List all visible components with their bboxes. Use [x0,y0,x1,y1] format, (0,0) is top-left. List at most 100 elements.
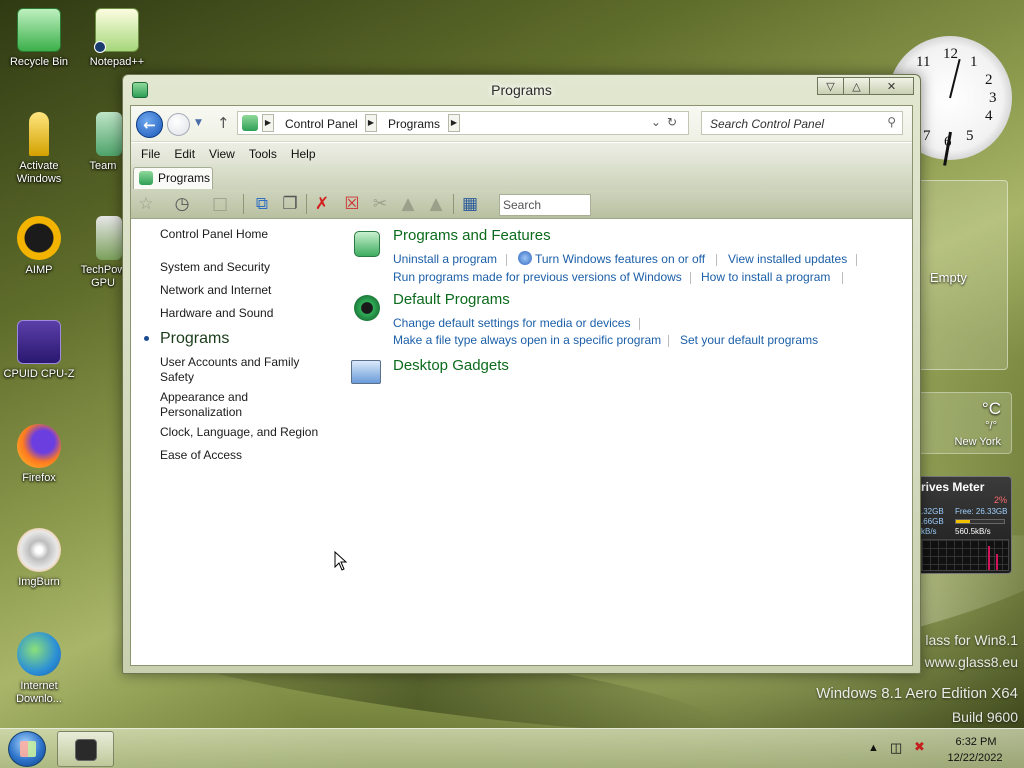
control-panel-window[interactable]: Programs ▽ △ ✕ ← ▼ ↑ ▶ Control Panel ▶ P… [122,74,921,674]
section-title-desktop-gadgets[interactable]: Desktop Gadgets [393,357,509,374]
desktop-icon-label: Internet Downlo... [16,680,62,705]
desktop-icon-team[interactable]: Team [78,112,128,173]
desktop-icon-idm[interactable]: Internet Downlo... [0,632,78,706]
recent-pages-button[interactable]: ▼ [195,118,202,128]
toolbar-search-input[interactable]: Search [499,194,591,216]
link-how-to-install[interactable]: How to install a program [701,270,830,284]
taskbar-app-control-panel[interactable] [57,731,114,767]
link-turn-windows-features[interactable]: Turn Windows features on or off [535,252,705,266]
link-separator [856,254,857,266]
drives-percent: 2% [993,495,1007,505]
tab-bar: Programs [131,165,912,189]
drives-graph [921,539,1009,571]
nav-network-and-internet[interactable]: Network and Internet [160,283,330,298]
window-title: Programs [491,82,552,98]
link-run-older-programs[interactable]: Run programs made for previous versions … [393,270,682,284]
menu-view[interactable]: View [202,147,242,161]
link-change-default-settings[interactable]: Change default settings for media or dev… [393,316,630,330]
cut-icon[interactable]: ✂ [369,194,391,214]
link-set-default-programs[interactable]: Set your default programs [680,333,818,347]
search-box[interactable]: Search Control Panel ⚲ [701,111,903,135]
close-button[interactable]: ✕ [869,77,914,95]
up-button[interactable]: ↑ [217,114,230,132]
control-panel-icon [242,115,258,131]
drives-graph-spike [996,554,998,570]
tray-date[interactable]: 12/22/2022 [944,752,1006,764]
tray-time[interactable]: 6:32 PM [948,736,1004,748]
tray-expand-icon[interactable]: ▲ [868,742,879,754]
minimize-button[interactable]: ▽ [817,77,844,95]
nav-ease-of-access[interactable]: Ease of Access [160,448,330,463]
desktop-icon-label: Firefox [22,472,56,484]
network-icon[interactable]: ◫ [890,740,902,756]
clock-number: 3 [989,90,997,106]
desktop-icon-recycle-bin[interactable]: Recycle Bin [0,8,78,69]
window-body: ← ▼ ↑ ▶ Control Panel ▶ Programs ▶ ⌄↻ Se… [130,105,913,666]
favorites-star-icon[interactable]: ☆ [135,194,157,214]
view-options-icon[interactable]: ▦ [459,194,481,214]
delete-icon[interactable]: ✗ [311,194,333,214]
address-dropdown-refresh[interactable]: ⌄↻ [651,115,683,129]
breadcrumb-programs[interactable]: Programs [388,117,440,131]
volume-muted-icon[interactable]: ✖ [914,739,925,755]
undo-icon[interactable]: ▲ [397,194,419,214]
address-bar[interactable]: ▶ Control Panel ▶ Programs ▶ ⌄↻ [237,111,689,135]
desktop-icon-notepadpp[interactable]: Notepad++ [78,8,156,69]
desktop-icon-activate-windows[interactable]: Activate Windows [0,112,78,186]
drives-meter-gadget[interactable]: rives Meter 2% .32GB Free: 26.33GB .66GB… [918,476,1012,574]
nav-user-accounts[interactable]: User Accounts and Family Safety [160,355,330,385]
weather-gadget[interactable]: °C °/° New York [918,392,1012,454]
desktop-icon-firefox[interactable]: Firefox [0,424,78,485]
desktop-icon-techpowerup[interactable]: TechPow GPU [78,216,128,290]
maximize-button[interactable]: △ [843,77,870,95]
forward-button[interactable] [167,113,190,136]
folder-icon[interactable]: □ [209,194,231,214]
drives-used-2: .66GB [921,517,944,526]
clock-number: 2 [985,72,993,88]
back-button[interactable]: ← [136,111,163,138]
drives-bar-fill [956,520,971,523]
toolbar: ☆ ◷ □ ⧉ ❐ ✗ ☒ ✂ ▲ ▲ ▦ Search [131,189,912,219]
menu-file[interactable]: File [134,147,167,161]
nav-control-panel-home[interactable]: Control Panel Home [160,227,330,242]
start-button[interactable] [8,731,46,767]
breadcrumb-chevron[interactable]: ▶ [262,114,274,132]
nav-appearance[interactable]: Appearance and Personalization [160,390,270,420]
nav-hardware-and-sound[interactable]: Hardware and Sound [160,306,330,321]
desktop-icon-cpuz[interactable]: CPUID CPU-Z [0,320,78,381]
menu-edit[interactable]: Edit [167,147,202,161]
weather-city: New York [954,436,1001,448]
mouse-cursor-icon [334,551,348,571]
title-bar[interactable]: Programs ▽ △ ✕ [123,75,920,105]
section-title-default-programs[interactable]: Default Programs [393,291,510,308]
link-uninstall-program[interactable]: Uninstall a program [393,252,497,266]
search-placeholder: Search Control Panel [710,117,825,131]
drives-meter-title: rives Meter [921,480,985,494]
history-icon[interactable]: ◷ [171,194,193,214]
breadcrumb-control-panel[interactable]: Control Panel [285,117,358,131]
section-title-programs-features[interactable]: Programs and Features [393,227,551,244]
chevron-up-icon: △ [852,79,861,93]
nav-clock-language-region[interactable]: Clock, Language, and Region [160,425,330,440]
copy-to-icon[interactable]: ❐ [279,194,301,214]
breadcrumb-chevron[interactable]: ▶ [448,114,460,132]
move-to-icon[interactable]: ⧉ [251,194,273,214]
link-file-type-open[interactable]: Make a file type always open in a specif… [393,333,661,347]
programs-features-icon [354,231,380,257]
menu-help[interactable]: Help [284,147,323,161]
nav-system-and-security[interactable]: System and Security [160,260,330,275]
desktop-icon-imgburn[interactable]: ImgBurn [0,528,78,589]
redo-icon[interactable]: ▲ [425,194,447,214]
link-separator [690,272,691,284]
menu-tools[interactable]: Tools [242,147,284,161]
delete-permanently-icon[interactable]: ☒ [341,194,363,214]
link-view-installed-updates[interactable]: View installed updates [728,252,847,266]
breadcrumb-chevron[interactable]: ▶ [365,114,377,132]
shortcut-badge-icon [94,41,106,53]
drives-free: Free: 26.33GB [955,507,1008,516]
toolbar-separator [243,194,244,214]
search-icon[interactable]: ⚲ [887,115,896,129]
desktop-icon-aimp[interactable]: AIMP [0,216,78,277]
content-area: Control Panel Home System and Security N… [131,220,912,665]
tab-programs[interactable]: Programs [133,167,213,189]
